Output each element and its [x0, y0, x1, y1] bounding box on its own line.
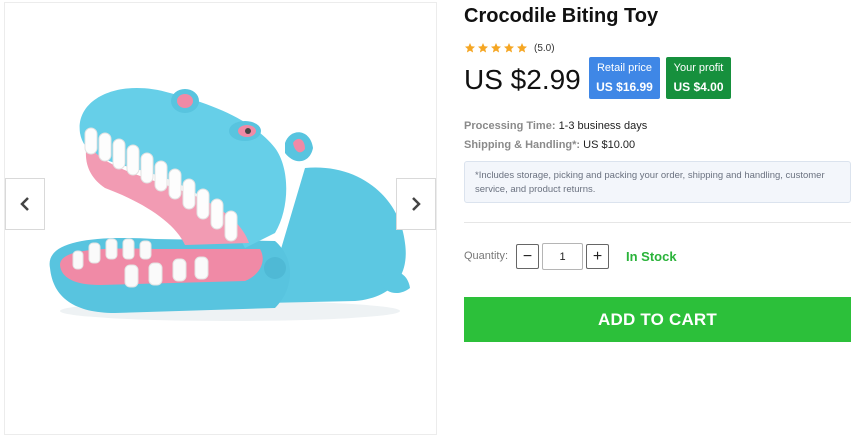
shipping-handling-value: US $10.00: [583, 139, 636, 151]
quantity-decrease-button[interactable]: −: [516, 244, 539, 269]
rating-stars: [464, 42, 528, 54]
product-title: Crocodile Biting Toy: [464, 5, 659, 27]
profit-badge: Your profit US $4.00: [666, 57, 731, 99]
retail-price-value: US $16.99: [596, 80, 653, 94]
gallery-prev-button[interactable]: [5, 178, 45, 230]
profit-label: Your profit: [673, 62, 724, 74]
star-icon: [504, 43, 514, 53]
star-icon: [465, 43, 475, 53]
star-icon: [491, 43, 501, 53]
quantity-input[interactable]: [542, 243, 583, 270]
product-gallery: [4, 2, 437, 435]
shipping-handling: Shipping & Handling*: US $10.00: [464, 139, 635, 151]
processing-time: Processing Time: 1-3 business days: [464, 120, 647, 132]
stock-status: In Stock: [626, 249, 677, 264]
rating-value: (5.0): [534, 42, 555, 54]
profit-value: US $4.00: [673, 80, 724, 94]
add-to-cart-button[interactable]: ADD TO CART: [464, 297, 851, 342]
processing-time-value: 1-3 business days: [558, 120, 648, 132]
processing-time-label: Processing Time:: [464, 120, 556, 132]
star-icon: [517, 43, 527, 53]
chevron-left-icon: [20, 197, 29, 211]
quantity-label: Quantity:: [464, 250, 509, 262]
product-price: US $2.99: [464, 64, 581, 95]
chevron-right-icon: [412, 197, 421, 211]
quantity-increase-button[interactable]: +: [586, 244, 609, 269]
shipping-handling-label: Shipping & Handling*:: [464, 139, 581, 151]
gallery-next-button[interactable]: [396, 178, 436, 230]
product-details: Crocodile Biting Toy (5.0) US $2.99 Reta…: [464, 0, 852, 437]
retail-price-label: Retail price: [596, 62, 653, 74]
product-image: [49, 87, 410, 321]
retail-price-badge: Retail price US $16.99: [589, 57, 660, 99]
product-rating: (5.0): [464, 42, 555, 54]
divider: [464, 222, 851, 223]
star-icon: [478, 43, 488, 53]
shipping-note: *Includes storage, picking and packing y…: [464, 161, 851, 203]
